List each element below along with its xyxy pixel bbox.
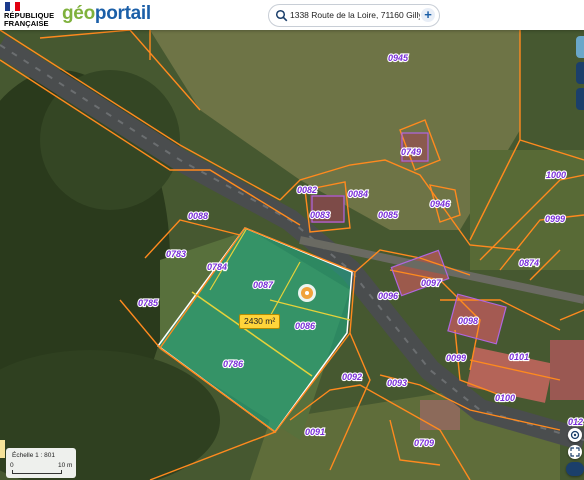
parcel-label: 0946 — [430, 199, 451, 209]
logo-portail: portail — [94, 3, 151, 24]
locate-icon[interactable] — [568, 428, 582, 442]
scale-bar — [12, 470, 62, 474]
parcel-label: 012 — [568, 417, 583, 427]
rf-line2: FRANÇAISE — [4, 19, 49, 28]
logo-geo: géo — [62, 3, 95, 24]
parcel-label: 0097 — [421, 278, 442, 288]
scale-max: 10 m — [58, 462, 73, 469]
building — [420, 400, 460, 430]
parcel-label: 0082 — [297, 185, 317, 195]
parcel-label: 0874 — [519, 258, 539, 268]
search-input[interactable]: 1338 Route de la Loire, 71160 Gilly-sur-… — [290, 10, 420, 20]
parcel-label: 0092 — [342, 372, 362, 382]
parcel-label: 0098 — [458, 316, 478, 326]
parcel-label: 0785 — [138, 298, 159, 308]
scale-label: Échelle 1 : 801 — [12, 452, 56, 459]
header-bar: RÉPUBLIQUE FRANÇAISE géoportail 1338 Rout… — [0, 0, 584, 30]
plus-icon[interactable]: + — [421, 8, 435, 22]
area-measurement-tag: 2430 m² — [239, 314, 281, 329]
location-marker-icon[interactable] — [298, 284, 316, 302]
parcel-label: 0093 — [387, 378, 407, 388]
parcel-label: 0784 — [207, 262, 227, 272]
parcel-label: 0945 — [388, 53, 409, 63]
parcel-label: 0783 — [166, 249, 186, 259]
parcel-label: 0084 — [348, 189, 368, 199]
parcel-label: 0091 — [305, 427, 325, 437]
scale-box: Échelle 1 : 801 0 10 m — [6, 448, 76, 478]
tools-icon[interactable] — [576, 62, 584, 84]
search-bar[interactable]: 1338 Route de la Loire, 71160 Gilly-sur-… — [268, 4, 440, 27]
right-toolbar — [576, 36, 584, 120]
parcel-label: 0101 — [509, 352, 529, 362]
parcel-label: 0083 — [310, 210, 330, 220]
layers-tool[interactable] — [576, 36, 584, 58]
parcel-label: 0087 — [253, 280, 274, 290]
parcel-label: 1000 — [546, 170, 566, 180]
building — [550, 340, 584, 400]
parcel-label: 0088 — [188, 211, 208, 221]
map-canvas[interactable]: 0945 0749 1000 0082 0084 0083 0085 0946 … — [0, 0, 584, 480]
parcel-label: 0749 — [401, 147, 421, 157]
flag-icon — [5, 2, 20, 11]
parcel-label: 0100 — [495, 393, 515, 403]
parcel-label: 0086 — [295, 321, 316, 331]
menu-icon[interactable] — [576, 88, 584, 110]
fullscreen-icon[interactable] — [568, 445, 582, 459]
parcel-label: 0099 — [446, 353, 466, 363]
parcel-label: 0999 — [545, 214, 565, 224]
parcel-label: 0096 — [378, 291, 399, 301]
republique-francaise-logo: RÉPUBLIQUE FRANÇAISE — [4, 2, 60, 28]
search-icon[interactable] — [275, 9, 288, 22]
parcel-label: 0786 — [223, 359, 244, 369]
info-tab[interactable] — [0, 440, 5, 458]
geoportail-logo[interactable]: géoportail — [62, 3, 151, 25]
parcel-label: 0709 — [414, 438, 434, 448]
parcel-label: 0085 — [378, 210, 399, 220]
scale-min: 0 — [10, 462, 14, 469]
zoom-icon[interactable] — [566, 462, 584, 476]
